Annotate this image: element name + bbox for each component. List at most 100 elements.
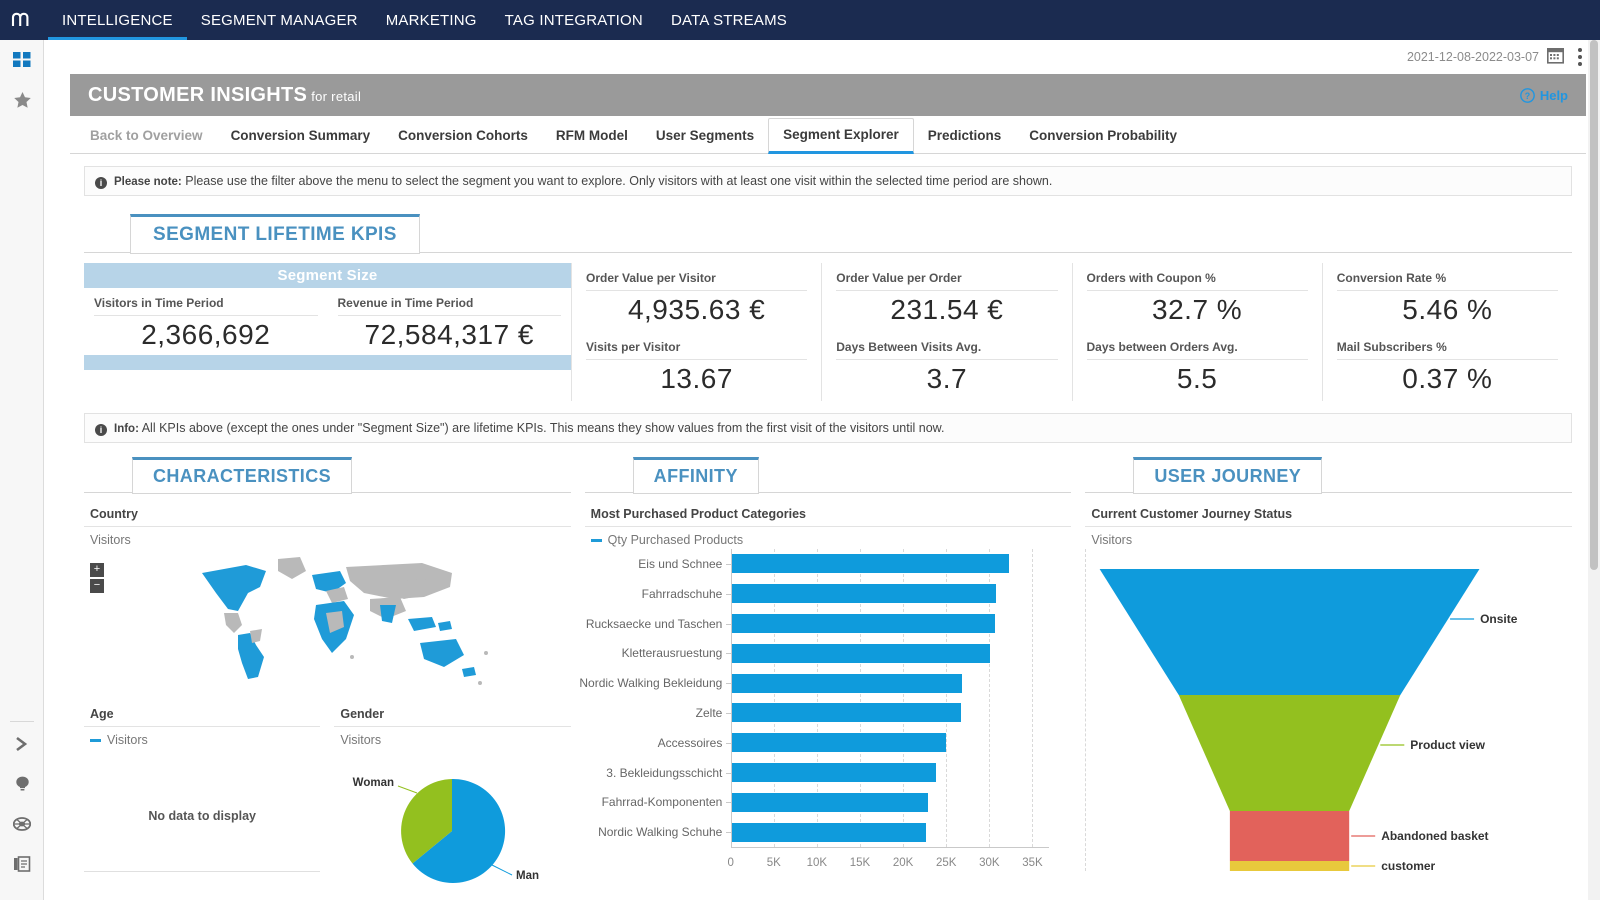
kpi-column-2: Order Value per Order 231.54 € Days Betw… — [822, 263, 1072, 401]
left-icon-rail — [0, 40, 44, 900]
topnav-label: TAG INTEGRATION — [505, 12, 643, 29]
gender-chart-title: Gender — [334, 707, 570, 727]
age-legend-label: Visitors — [107, 733, 148, 747]
gender-legend-label: Visitors — [340, 733, 381, 747]
help-label: Help — [1540, 88, 1568, 103]
kpi-orders-with-coupon-pct: Orders with Coupon % 32.7 % — [1073, 263, 1322, 332]
tab-predictions[interactable]: Predictions — [914, 119, 1016, 153]
most-purchased-categories-bar-chart[interactable]: 05K10K15K20K25K30K35KEis und SchneeFahrr… — [585, 549, 1072, 869]
bar-chart-bar[interactable] — [732, 614, 996, 633]
vertical-scrollbar[interactable] — [1588, 40, 1600, 900]
customer-journey-funnel-chart[interactable]: OnsiteProduct viewAbandoned basketcustom… — [1085, 549, 1572, 871]
kpi-value: 0.37 % — [1337, 360, 1558, 395]
date-range-label[interactable]: 2021-12-08-2022-03-07 — [1407, 50, 1539, 64]
funnel-stage-label: Product view — [1411, 738, 1486, 752]
funnel-segment[interactable] — [1179, 695, 1401, 811]
panel-characteristics: CHARACTERISTICS Country Visitors + − — [84, 457, 571, 897]
mapp-logo-icon[interactable] — [0, 0, 48, 40]
age-block: Age Visitors No data to display — [84, 707, 320, 897]
scrollbar-thumb[interactable] — [1590, 40, 1598, 570]
funnel-segment[interactable] — [1230, 861, 1349, 871]
topnav-item-intelligence[interactable]: INTELLIGENCE — [48, 0, 187, 40]
lightbulb-icon[interactable] — [0, 764, 44, 804]
tab-segment-explorer[interactable]: Segment Explorer — [768, 118, 914, 154]
page-content: 2021-12-08-2022-03-07 CUSTOMER INSIGHTSf… — [44, 40, 1600, 900]
bar-chart-bar[interactable] — [732, 823, 926, 842]
user-journey-legend-label: Visitors — [1091, 533, 1132, 547]
documentation-icon[interactable] — [0, 844, 44, 884]
bar-chart-x-tick-label: 30K — [979, 857, 999, 869]
kebab-menu-icon[interactable] — [1572, 48, 1588, 66]
favorites-star-icon[interactable] — [0, 80, 44, 120]
panel-tab-user-journey[interactable]: USER JOURNEY — [1133, 457, 1322, 494]
funnel-stage-label: Onsite — [1480, 612, 1518, 626]
topnav-item-tag-integration[interactable]: TAG INTEGRATION — [491, 0, 657, 40]
bar-chart-x-axis — [731, 847, 1050, 848]
gender-pie-chart[interactable]: Woman Man — [334, 747, 570, 897]
pie-label-woman: Woman — [353, 777, 394, 789]
rail-divider — [10, 721, 34, 722]
info-icon: i — [95, 177, 107, 189]
age-no-data-message: No data to display — [84, 747, 320, 823]
kpi-order-value-per-order: Order Value per Order 231.54 € — [822, 263, 1071, 332]
age-chart-title: Age — [84, 707, 320, 727]
tab-conversion-cohorts[interactable]: Conversion Cohorts — [384, 119, 542, 153]
tab-conversion-probability[interactable]: Conversion Probability — [1015, 119, 1191, 153]
bar-chart-bar[interactable] — [732, 733, 947, 752]
tab-conversion-summary[interactable]: Conversion Summary — [217, 119, 385, 153]
bar-chart-x-tick-label: 5K — [767, 857, 781, 869]
tab-user-segments[interactable]: User Segments — [642, 119, 768, 153]
topnav-item-segment-manager[interactable]: SEGMENT MANAGER — [187, 0, 372, 40]
section-tab-segment-lifetime-kpis[interactable]: SEGMENT LIFETIME KPIS — [130, 214, 420, 254]
kpi-mail-subscribers-pct: Mail Subscribers % 0.37 % — [1323, 332, 1572, 401]
funnel-segment[interactable] — [1230, 811, 1349, 861]
bar-chart-bar[interactable] — [732, 674, 962, 693]
kpi-column-1: Order Value per Visitor 4,935.63 € Visit… — [572, 263, 822, 401]
bar-chart-bar[interactable] — [732, 703, 961, 722]
panel-tab-affinity[interactable]: AFFINITY — [633, 457, 759, 494]
help-button[interactable]: ? Help — [1520, 88, 1568, 103]
panel-tab-characteristics[interactable]: CHARACTERISTICS — [132, 457, 352, 494]
funnel-segment[interactable] — [1100, 569, 1480, 695]
bar-chart-category-label: Accessoires — [658, 736, 723, 750]
tab-rfm-model[interactable]: RFM Model — [542, 119, 642, 153]
kpi-value: 13.67 — [586, 360, 807, 395]
segment-size-band-bottom — [84, 355, 571, 370]
tab-back-to-overview[interactable]: Back to Overview — [76, 119, 217, 153]
pie-label-man: Man — [516, 870, 539, 882]
topnav-item-data-streams[interactable]: DATA STREAMS — [657, 0, 801, 40]
bottom-panels: CHARACTERISTICS Country Visitors + − — [84, 457, 1572, 897]
map-zoom-in-button[interactable]: + — [90, 563, 104, 577]
topnav-label: MARKETING — [386, 12, 477, 29]
bar-chart-tick — [726, 713, 731, 714]
lifetime-kpi-grid: Order Value per Visitor 4,935.63 € Visit… — [571, 263, 1572, 401]
dashboard-grid-icon[interactable] — [0, 40, 44, 80]
legend-dash-icon — [90, 739, 101, 742]
bar-chart-bar[interactable] — [732, 793, 929, 812]
page-title-main: CUSTOMER INSIGHTS — [88, 84, 307, 106]
topnav-item-marketing[interactable]: MARKETING — [372, 0, 491, 40]
bar-chart-tick — [726, 594, 731, 595]
segment-size-block: Segment Size Visitors in Time Period 2,3… — [84, 263, 571, 401]
bar-chart-bar[interactable] — [732, 644, 991, 663]
bar-chart-tick — [726, 624, 731, 625]
bar-chart-tick — [726, 653, 731, 654]
kpi-value: 32.7 % — [1087, 291, 1308, 326]
calendar-icon[interactable] — [1547, 47, 1564, 67]
kpi-visits-per-visitor: Visits per Visitor 13.67 — [572, 332, 821, 401]
bar-chart-bar[interactable] — [732, 763, 936, 782]
funnel-stage-label: customer — [1382, 859, 1436, 871]
world-map-chart[interactable]: + − — [84, 549, 571, 699]
bar-chart-bar[interactable] — [732, 554, 1010, 573]
map-zoom-out-button[interactable]: − — [90, 579, 104, 593]
segment-lifetime-kpis-header: SEGMENT LIFETIME KPIS — [84, 214, 1572, 253]
bar-chart-bar[interactable] — [732, 584, 997, 603]
top-navigation-bar: INTELLIGENCE SEGMENT MANAGER MARKETING T… — [0, 0, 1600, 40]
kpi-label: Visitors in Time Period — [94, 296, 318, 316]
please-note-banner: i Please note: Please use the filter abo… — [84, 166, 1572, 196]
user-journey-chart-title: Current Customer Journey Status — [1085, 493, 1572, 527]
expand-chevron-icon[interactable] — [0, 724, 44, 764]
bar-chart-tick — [726, 773, 731, 774]
info-label: Info: — [114, 423, 139, 435]
lifebuoy-help-icon[interactable] — [0, 804, 44, 844]
